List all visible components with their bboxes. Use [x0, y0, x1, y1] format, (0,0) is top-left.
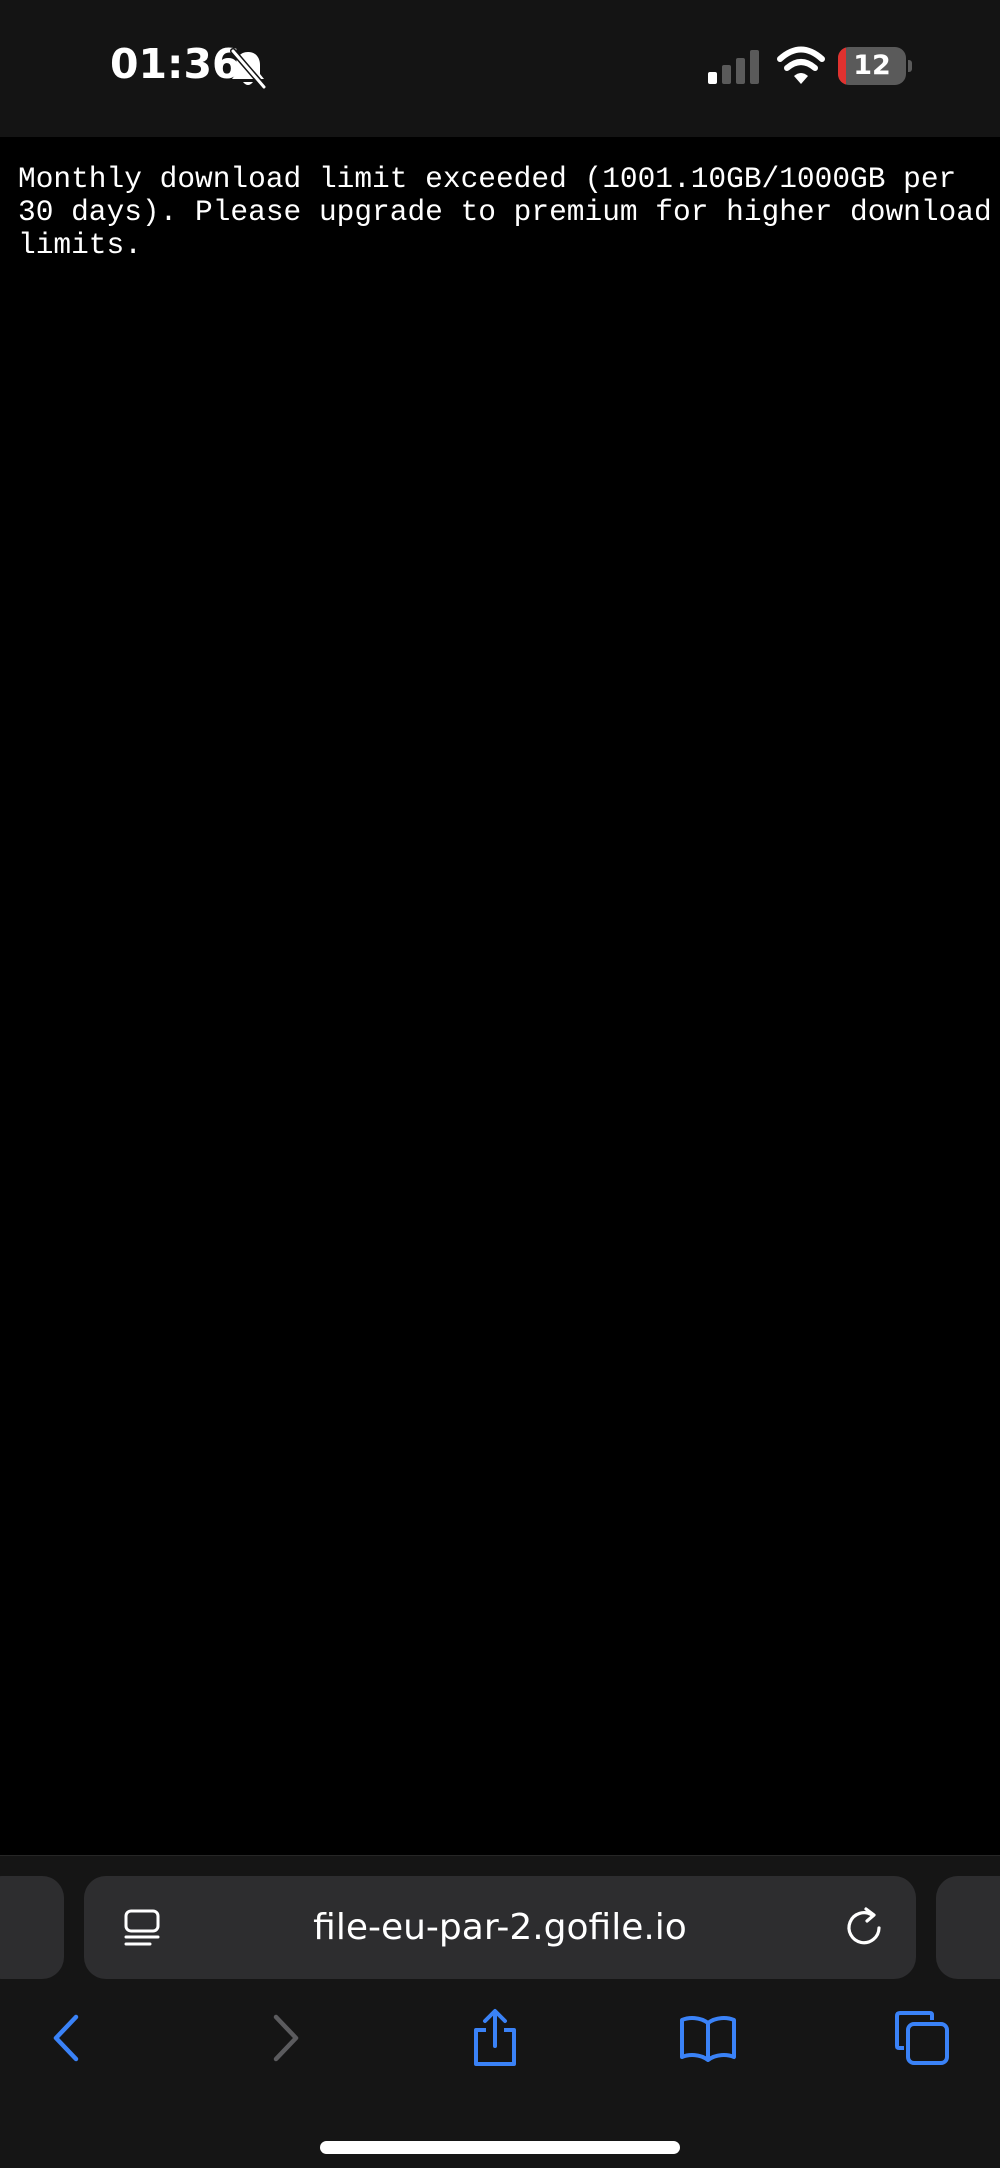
browser-toolbar: file-eu-par-2.gofile.io	[0, 1855, 1000, 2168]
tabs-button[interactable]	[882, 1998, 962, 2078]
battery-body: 12	[838, 47, 906, 85]
address-bar[interactable]: file-eu-par-2.gofile.io	[84, 1876, 916, 1979]
bookmarks-button[interactable]	[668, 1998, 748, 2078]
battery-icon: 12	[838, 47, 912, 85]
chevron-right-icon	[273, 2014, 299, 2062]
tabs-icon	[895, 2011, 949, 2065]
chevron-left-icon	[53, 2014, 79, 2062]
battery-level: 12	[853, 50, 891, 81]
wifi-icon	[777, 46, 825, 84]
previous-tab-peek[interactable]	[0, 1876, 64, 1979]
next-tab-peek[interactable]	[936, 1876, 1000, 1979]
download-limit-message: Monthly download limit exceeded (1001.10…	[18, 162, 992, 262]
share-icon	[474, 2009, 516, 2066]
book-icon	[680, 2016, 736, 2062]
back-button[interactable]	[26, 1998, 106, 2078]
page-menu-icon[interactable]	[120, 1906, 164, 1950]
url-text[interactable]: file-eu-par-2.gofile.io	[184, 1876, 816, 1979]
status-time: 01:36	[110, 40, 241, 88]
forward-button[interactable]	[246, 1998, 326, 2078]
reload-icon[interactable]	[842, 1906, 886, 1950]
web-content: Monthly download limit exceeded (1001.10…	[0, 137, 1000, 1855]
cellular-signal-icon	[708, 50, 759, 84]
status-bar: 01:36 12	[0, 0, 1000, 137]
bell-slash-icon	[230, 48, 267, 90]
share-button[interactable]	[455, 1998, 535, 2078]
battery-nub	[908, 60, 912, 72]
home-indicator[interactable]	[320, 2141, 680, 2154]
navigation-row	[0, 1998, 1000, 2078]
